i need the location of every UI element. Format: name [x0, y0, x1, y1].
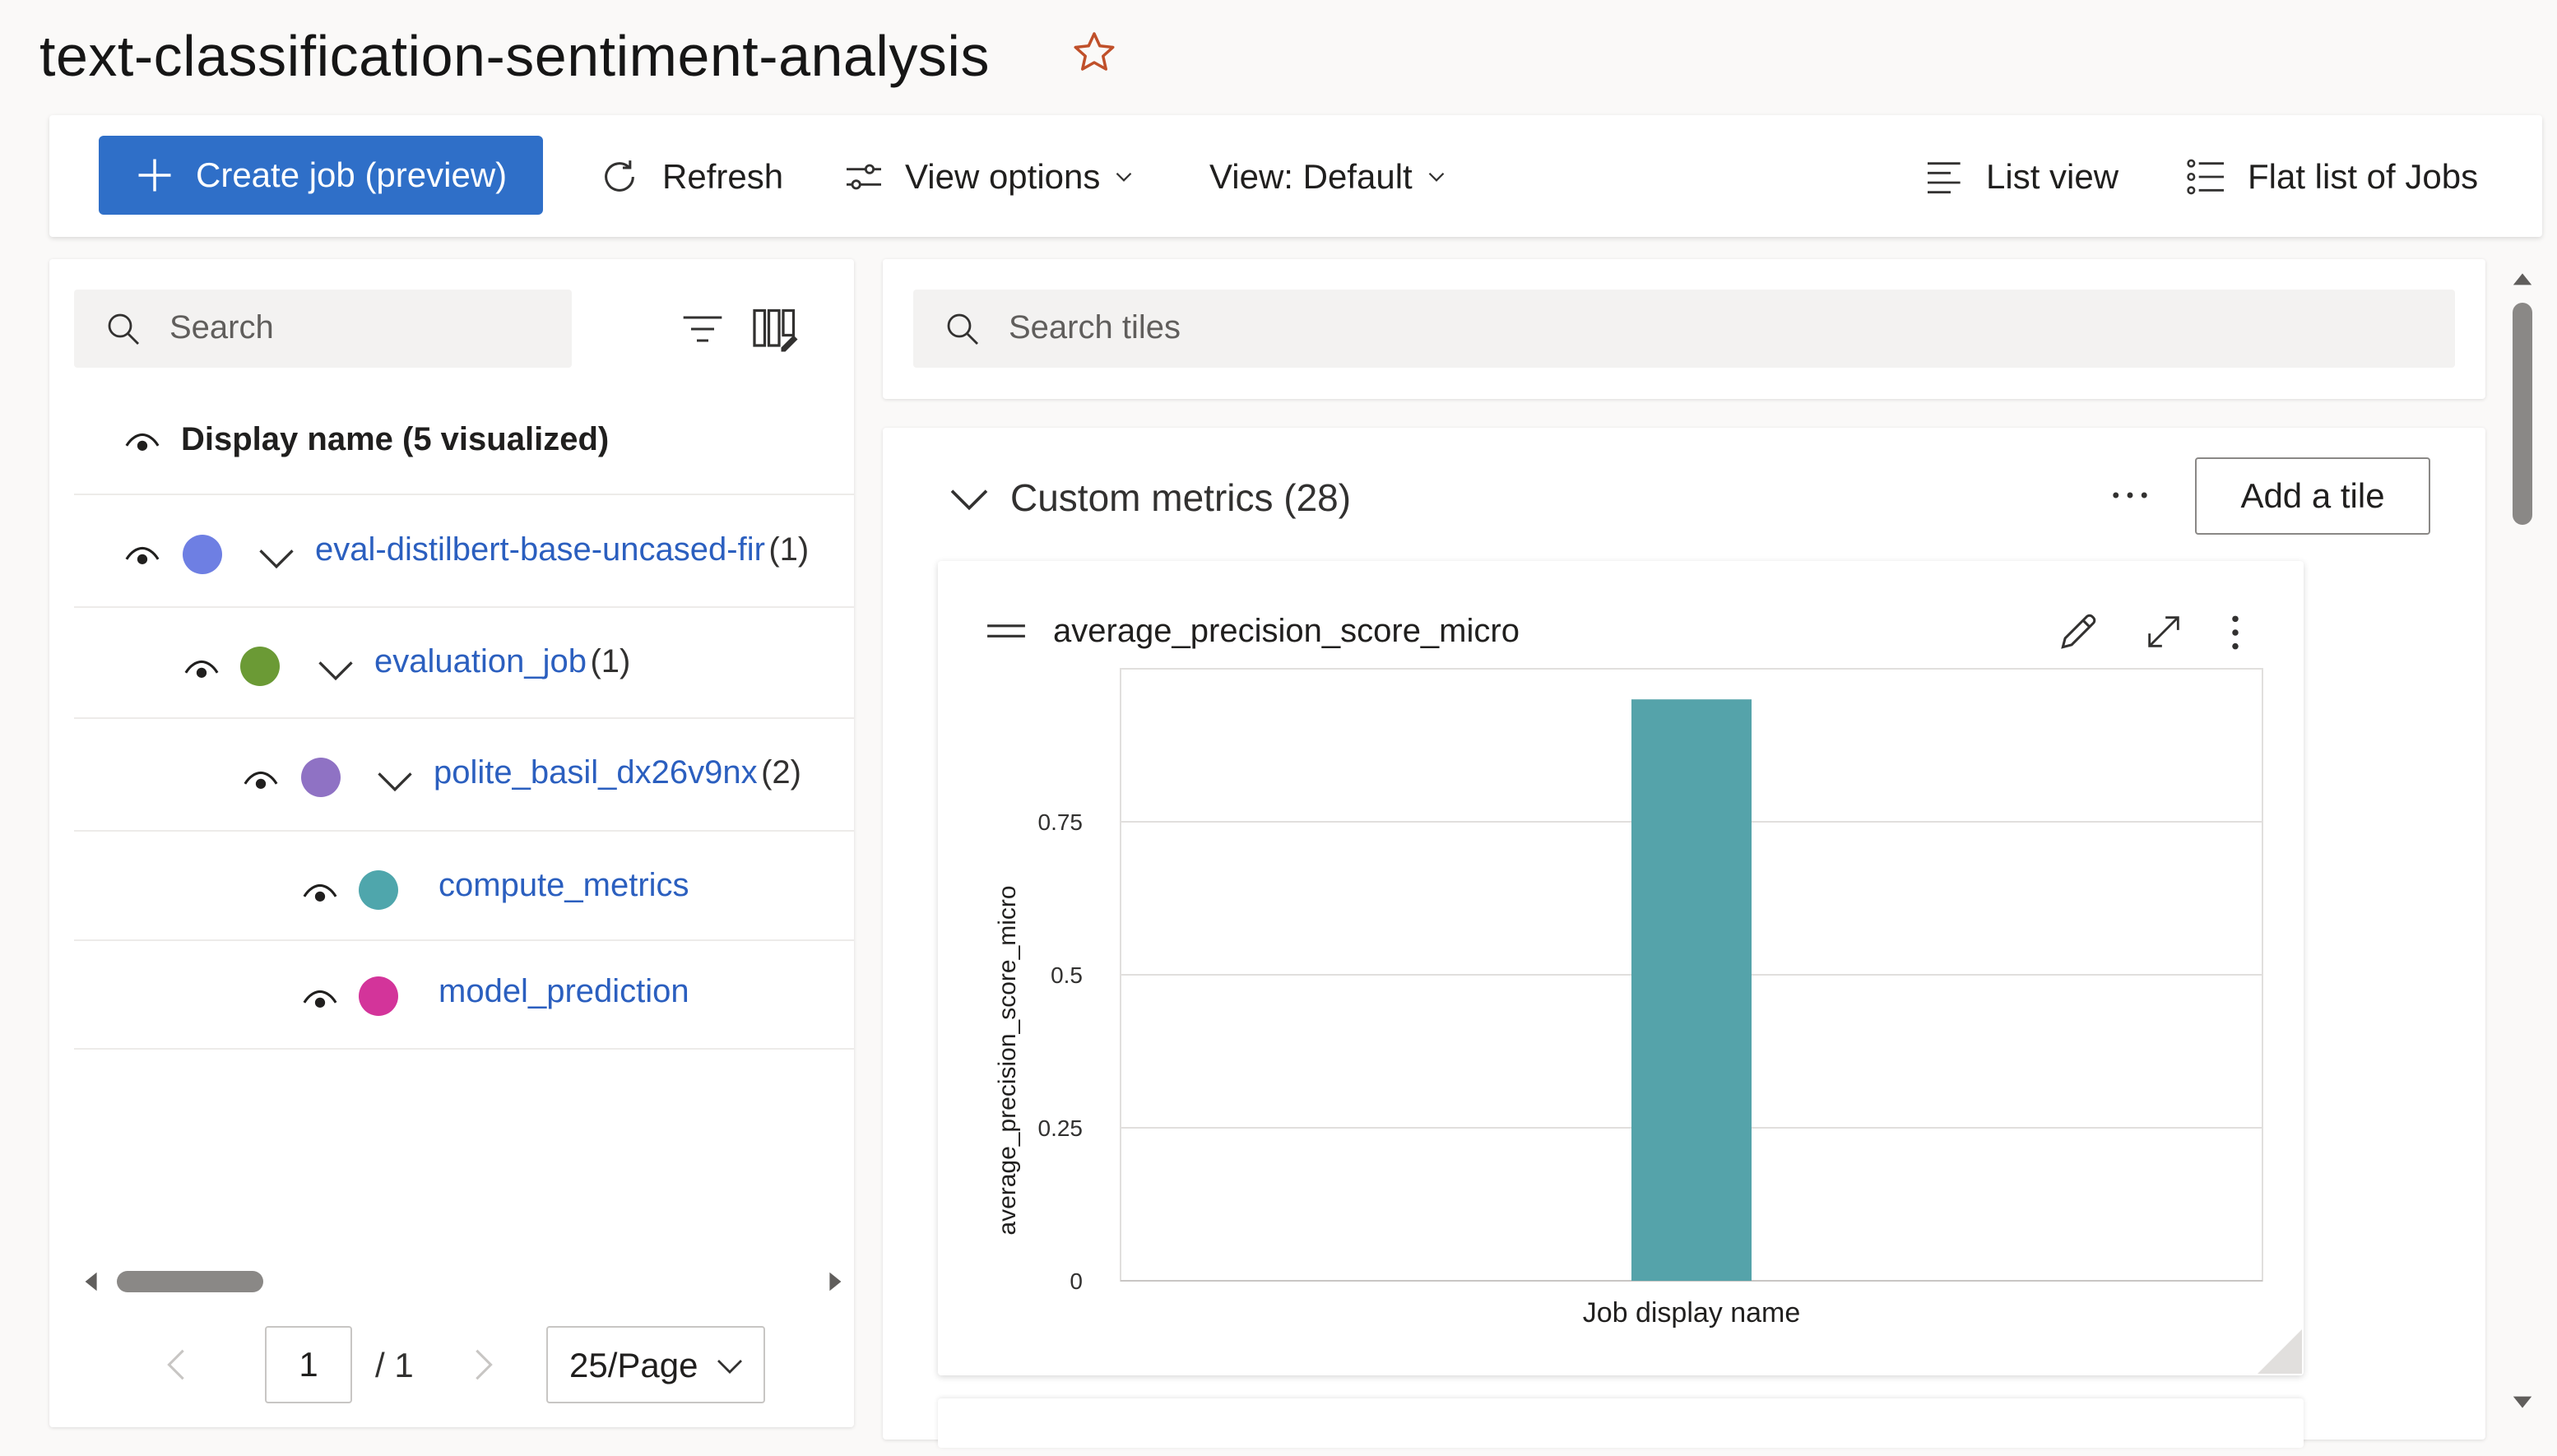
- y-tick-label: 0.5: [1051, 962, 1083, 988]
- scroll-down-arrow-icon[interactable]: [2511, 1393, 2534, 1413]
- y-axis-label: average_precision_score_micro: [994, 885, 1021, 1235]
- eye-icon[interactable]: [183, 653, 220, 686]
- edit-pencil-icon[interactable]: [2055, 609, 2101, 655]
- tree-row-label[interactable]: polite_basil_dx26v9nx: [434, 754, 758, 791]
- plus-icon: [138, 159, 171, 192]
- chevron-down-icon[interactable]: [946, 475, 992, 522]
- refresh-button[interactable]: Refresh: [596, 144, 783, 210]
- flat-list-button[interactable]: Flat list of Jobs: [2183, 144, 2478, 210]
- search-icon: [947, 313, 978, 345]
- chevron-down-icon: [1428, 172, 1445, 182]
- chevron-down-icon[interactable]: [374, 759, 416, 802]
- y-tick-label: 0: [1070, 1268, 1083, 1294]
- create-job-button[interactable]: Create job (preview): [99, 136, 543, 215]
- tree-row-count: (2): [761, 754, 801, 791]
- list-view-label: List view: [1986, 157, 2119, 196]
- view-default-label: View: Default: [1209, 157, 1413, 196]
- display-name-header: Display name (5 visualized): [181, 421, 610, 457]
- create-job-label: Create job (preview): [196, 155, 508, 194]
- eye-icon[interactable]: [301, 983, 339, 1016]
- tiles-search-placeholder: Search tiles: [1009, 309, 1181, 345]
- horizontal-scrollbar-thumb[interactable]: [117, 1271, 263, 1292]
- flat-list-label: Flat list of Jobs: [2248, 157, 2479, 196]
- search-placeholder: Search: [169, 309, 274, 345]
- next-page-icon[interactable]: [464, 1344, 502, 1385]
- eye-icon[interactable]: [123, 540, 161, 573]
- tile-title: average_precision_score_micro: [1053, 613, 1520, 649]
- drag-handle-icon[interactable]: [986, 619, 1027, 643]
- jobs-search-input[interactable]: Search: [74, 290, 572, 368]
- tree-row-evaluation-job[interactable]: evaluation_job (1): [0, 607, 854, 717]
- add-tile-button[interactable]: Add a tile: [2195, 457, 2430, 535]
- color-dot: [359, 976, 398, 1016]
- refresh-icon: [605, 160, 634, 192]
- tree-row-polite-basil[interactable]: polite_basil_dx26v9nx (2): [0, 718, 854, 830]
- view-default-dropdown[interactable]: View: Default: [1209, 144, 1450, 210]
- search-icon: [108, 313, 139, 345]
- bulleted-list-icon: [2187, 159, 2224, 195]
- scroll-right-arrow-icon[interactable]: [823, 1270, 846, 1293]
- x-axis-label: Job display name: [1583, 1297, 1801, 1328]
- page-size-label: 25/Page: [569, 1346, 698, 1384]
- list-icon: [1928, 162, 1961, 194]
- y-tick-label: 0.75: [1038, 809, 1084, 835]
- bar-chart: 0 0.25 0.5 0.75 Job display name average_prec…: [994, 668, 2263, 1328]
- color-dot: [240, 647, 280, 686]
- tree-row-model-prediction[interactable]: model_prediction: [0, 940, 854, 1049]
- expand-icon[interactable]: [2142, 610, 2185, 653]
- tree-row-eval-distilbert[interactable]: eval-distilbert-base-uncased-fir (1): [0, 494, 854, 607]
- resize-handle-icon[interactable]: [2253, 1324, 2302, 1374]
- page-number-input[interactable]: 1: [265, 1326, 352, 1403]
- eye-icon[interactable]: [123, 426, 161, 459]
- tree-row-label[interactable]: model_prediction: [439, 973, 689, 1009]
- page-total: / 1: [375, 1346, 414, 1384]
- color-dot: [301, 758, 341, 797]
- chevron-down-icon: [1116, 172, 1132, 182]
- eye-icon[interactable]: [301, 877, 339, 910]
- tree-row-label[interactable]: compute_metrics: [439, 867, 689, 903]
- more-options-icon[interactable]: [2111, 487, 2149, 503]
- bar: [1631, 699, 1752, 1281]
- page-title: text-classification-sentiment-analysis: [39, 24, 990, 88]
- refresh-label: Refresh: [662, 157, 784, 196]
- y-tick-label: 0.25: [1038, 1115, 1084, 1141]
- tile-more-icon[interactable]: [2223, 612, 2248, 653]
- list-view-button[interactable]: List view: [1922, 144, 2118, 210]
- row-divider: [74, 1048, 854, 1050]
- filter-icon[interactable]: [680, 309, 726, 349]
- view-options-button[interactable]: View options: [841, 144, 1138, 210]
- color-dot: [183, 535, 222, 574]
- chevron-down-icon: [717, 1360, 742, 1374]
- tree-row-count: (1): [768, 531, 810, 568]
- page-size-dropdown[interactable]: 25/Page: [546, 1326, 765, 1403]
- star-favorite-icon[interactable]: [1070, 28, 1119, 77]
- tree-row-compute-metrics[interactable]: compute_metrics: [0, 831, 854, 939]
- metric-tile-next: [938, 1398, 2304, 1448]
- tree-row-count: (1): [590, 643, 631, 679]
- color-dot: [359, 870, 398, 910]
- chevron-down-icon[interactable]: [314, 648, 357, 691]
- tiles-search-input[interactable]: Search tiles: [913, 290, 2455, 368]
- section-title: Custom metrics (28): [1010, 476, 1352, 519]
- view-options-label: View options: [905, 157, 1101, 196]
- column-options-icon[interactable]: [750, 304, 800, 354]
- previous-page-icon[interactable]: [158, 1344, 196, 1385]
- tree-row-label[interactable]: evaluation_job: [374, 643, 587, 679]
- settings-sliders-icon: [847, 164, 881, 190]
- scroll-left-arrow-icon[interactable]: [81, 1270, 104, 1293]
- eye-icon[interactable]: [242, 764, 280, 797]
- vertical-scrollbar-thumb[interactable]: [2513, 303, 2532, 525]
- tree-row-label[interactable]: eval-distilbert-base-uncased-fir: [315, 531, 765, 568]
- scroll-up-arrow-icon[interactable]: [2511, 268, 2534, 288]
- chevron-down-icon[interactable]: [255, 536, 298, 579]
